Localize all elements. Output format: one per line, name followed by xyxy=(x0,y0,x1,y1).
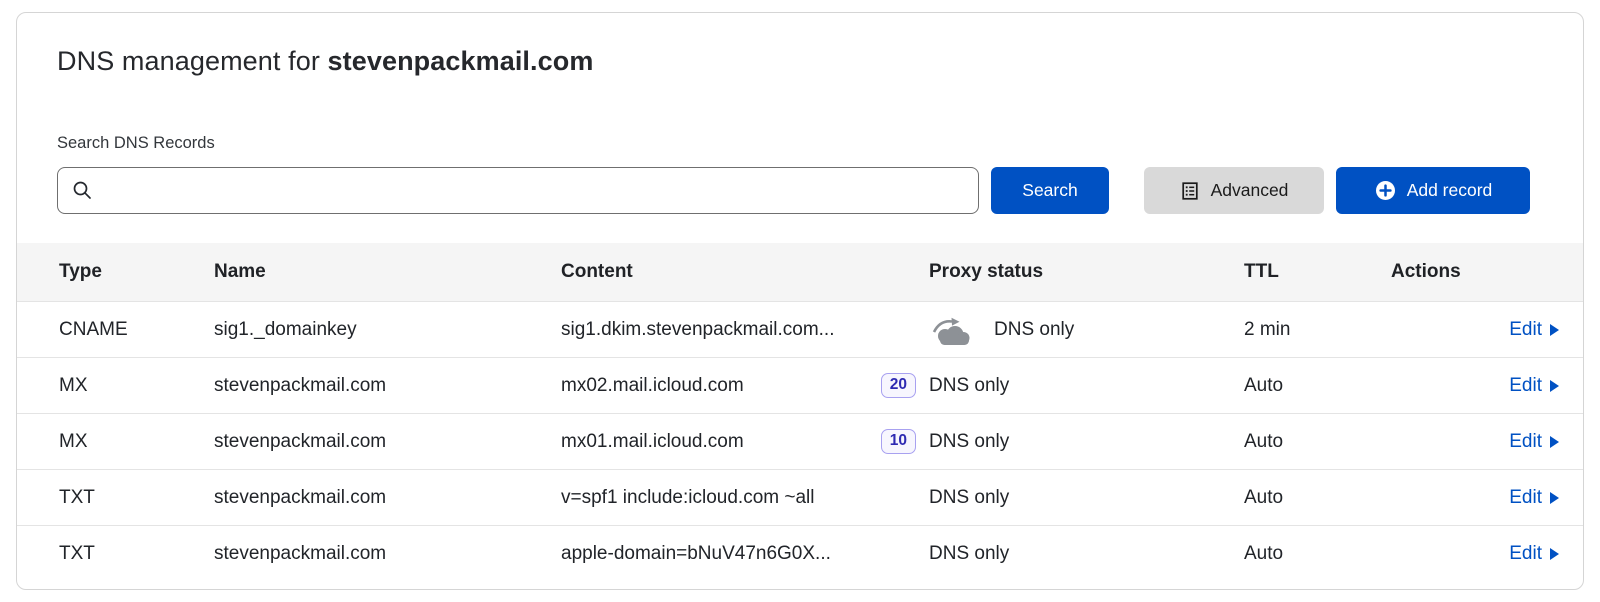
record-content: v=spf1 include:icloud.com ~all xyxy=(561,487,814,509)
edit-arrow-icon xyxy=(1550,492,1559,504)
edit-link-label: Edit xyxy=(1509,487,1542,509)
priority-badge: 20 xyxy=(881,373,916,398)
edit-link[interactable]: Edit xyxy=(1509,543,1559,565)
edit-link-label: Edit xyxy=(1509,431,1542,453)
table-header-row: Type Name Content Proxy status TTL Actio… xyxy=(17,243,1583,301)
record-type: MX xyxy=(59,375,214,397)
table-row: MX stevenpackmail.com mx02.mail.icloud.c… xyxy=(17,357,1583,413)
record-content-cell: v=spf1 include:icloud.com ~all xyxy=(561,487,929,509)
table-row: MX stevenpackmail.com mx01.mail.icloud.c… xyxy=(17,413,1583,469)
record-type: TXT xyxy=(59,543,214,565)
dns-management-card: DNS management for stevenpackmail.com Se… xyxy=(16,12,1584,590)
record-type: TXT xyxy=(59,487,214,509)
search-button[interactable]: Search xyxy=(991,167,1109,214)
column-header-type: Type xyxy=(59,261,214,283)
search-toolbar: Search Advanced A xyxy=(33,167,1583,214)
proxy-status-cell: DNS only xyxy=(929,487,1244,509)
proxy-status-cell: DNS only xyxy=(929,375,1244,397)
proxy-status-text: DNS only xyxy=(929,487,1009,509)
page-title: DNS management for stevenpackmail.com xyxy=(33,43,1583,79)
record-content: mx01.mail.icloud.com xyxy=(561,431,744,453)
record-type: CNAME xyxy=(59,319,214,341)
record-ttl: Auto xyxy=(1244,543,1391,565)
edit-arrow-icon xyxy=(1550,324,1559,336)
edit-link-label: Edit xyxy=(1509,543,1542,565)
plus-circle-icon xyxy=(1374,179,1397,202)
search-input-wrapper xyxy=(57,167,979,214)
table-row: TXT stevenpackmail.com apple-domain=bNuV… xyxy=(17,525,1583,581)
actions-cell: Edit xyxy=(1391,319,1559,341)
proxy-status-text: DNS only xyxy=(929,375,1009,397)
column-header-proxy-status: Proxy status xyxy=(929,261,1244,283)
actions-cell: Edit xyxy=(1391,487,1559,509)
edit-arrow-icon xyxy=(1550,548,1559,560)
record-content: mx02.mail.icloud.com xyxy=(561,375,744,397)
actions-cell: Edit xyxy=(1391,543,1559,565)
record-ttl: Auto xyxy=(1244,431,1391,453)
edit-arrow-icon xyxy=(1550,436,1559,448)
edit-link-label: Edit xyxy=(1509,375,1542,397)
edit-link[interactable]: Edit xyxy=(1509,431,1559,453)
proxy-status-cell: DNS only xyxy=(929,431,1244,453)
record-content: sig1.dkim.stevenpackmail.com... xyxy=(561,319,835,341)
record-content-cell: mx01.mail.icloud.com 10 xyxy=(561,429,929,454)
record-name: stevenpackmail.com xyxy=(214,431,561,453)
table-body: CNAME sig1._domainkey sig1.dkim.stevenpa… xyxy=(17,301,1583,581)
proxy-status-cell: DNS only xyxy=(929,313,1244,347)
column-header-name: Name xyxy=(214,261,561,283)
advanced-button[interactable]: Advanced xyxy=(1144,167,1324,214)
dns-records-table: Type Name Content Proxy status TTL Actio… xyxy=(17,243,1583,581)
column-header-ttl: TTL xyxy=(1244,261,1391,283)
proxy-status-cell: DNS only xyxy=(929,543,1244,565)
add-record-button-label: Add record xyxy=(1407,180,1493,201)
column-header-content: Content xyxy=(561,261,929,283)
priority-badge: 10 xyxy=(881,429,916,454)
record-content: apple-domain=bNuV47n6G0X... xyxy=(561,543,831,565)
edit-arrow-icon xyxy=(1550,380,1559,392)
proxy-status-text: DNS only xyxy=(994,319,1074,341)
record-content-cell: mx02.mail.icloud.com 20 xyxy=(561,373,929,398)
edit-link-label: Edit xyxy=(1509,319,1542,341)
page-title-prefix: DNS management for xyxy=(57,46,328,76)
record-name: stevenpackmail.com xyxy=(214,543,561,565)
record-ttl: Auto xyxy=(1244,487,1391,509)
zone-domain-name: stevenpackmail.com xyxy=(328,46,594,76)
record-name: stevenpackmail.com xyxy=(214,375,561,397)
advanced-button-label: Advanced xyxy=(1211,180,1289,201)
edit-link[interactable]: Edit xyxy=(1509,319,1559,341)
actions-cell: Edit xyxy=(1391,431,1559,453)
edit-link[interactable]: Edit xyxy=(1509,375,1559,397)
proxy-status-text: DNS only xyxy=(929,543,1009,565)
actions-cell: Edit xyxy=(1391,375,1559,397)
record-name: sig1._domainkey xyxy=(214,319,561,341)
search-label: Search DNS Records xyxy=(57,133,1559,153)
proxy-status-text: DNS only xyxy=(929,431,1009,453)
record-name: stevenpackmail.com xyxy=(214,487,561,509)
edit-link[interactable]: Edit xyxy=(1509,487,1559,509)
record-ttl: Auto xyxy=(1244,375,1391,397)
record-type: MX xyxy=(59,431,214,453)
search-icon xyxy=(71,179,93,201)
table-row: TXT stevenpackmail.com v=spf1 include:ic… xyxy=(17,469,1583,525)
record-content-cell: sig1.dkim.stevenpackmail.com... xyxy=(561,319,929,341)
table-row: CNAME sig1._domainkey sig1.dkim.stevenpa… xyxy=(17,301,1583,357)
search-input[interactable] xyxy=(57,167,979,214)
dns-only-cloud-icon xyxy=(929,313,975,347)
record-content-cell: apple-domain=bNuV47n6G0X... xyxy=(561,543,929,565)
advanced-list-icon xyxy=(1180,181,1200,201)
record-ttl: 2 min xyxy=(1244,319,1391,341)
column-header-actions: Actions xyxy=(1391,261,1559,283)
add-record-button[interactable]: Add record xyxy=(1336,167,1530,214)
